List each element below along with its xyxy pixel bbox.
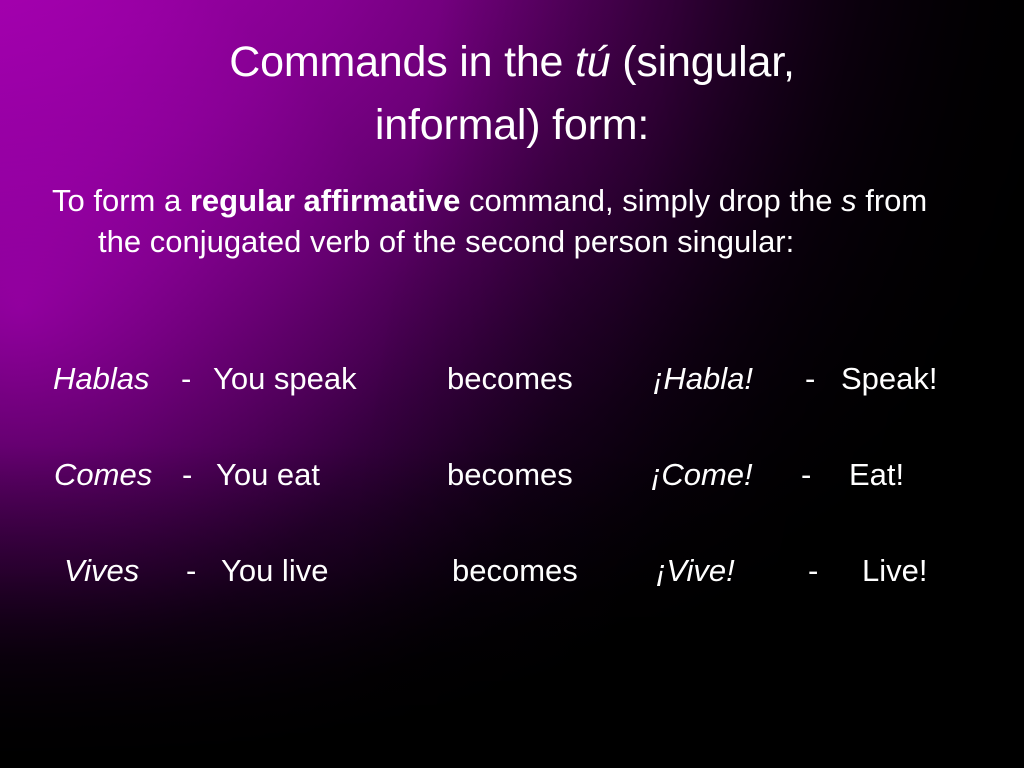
example-becomes-label: becomes — [452, 553, 578, 588]
example-command-meaning: Eat! — [849, 457, 905, 492]
example-command-meaning: Live! — [862, 553, 928, 588]
body-bold-regular-affirmative: regular affirmative — [189, 183, 461, 218]
title-text-before-italic: Commands in the — [229, 38, 576, 86]
title-line-two: informal) form: — [374, 101, 650, 149]
example-row-hablar: Hablas - You speak becomes ¡Habla! - Spe… — [0, 356, 1024, 402]
slide-content: Commands in the tú (singular, informal) f… — [0, 0, 1024, 768]
example-spanish-verb: Comes — [54, 457, 153, 492]
example-dash-right: - — [805, 361, 816, 396]
title-italic-tu: tú — [575, 38, 611, 86]
example-command-form: ¡Habla! — [653, 361, 753, 396]
example-dash-left: - — [182, 457, 193, 492]
body-text-middle: command, simply drop the — [460, 183, 842, 218]
example-becomes-label: becomes — [447, 457, 573, 492]
body-paragraph: To form a regular affirmative command, s… — [52, 180, 978, 262]
example-spanish-verb: Vives — [64, 553, 140, 588]
slide-title: Commands in the tú (singular, informal) f… — [80, 31, 944, 157]
example-command-meaning: Speak! — [841, 361, 938, 396]
example-spanish-verb: Hablas — [53, 361, 150, 396]
example-english-meaning: You eat — [216, 457, 321, 492]
example-row-vivir: Vives - You live becomes ¡Vive! - Live! — [0, 548, 1024, 594]
body-text-intro: To form a — [52, 183, 190, 218]
presentation-slide: Commands in the tú (singular, informal) f… — [0, 0, 1024, 768]
example-dash-left: - — [186, 553, 197, 588]
example-dash-right: - — [808, 553, 819, 588]
example-command-form: ¡Vive! — [656, 553, 735, 588]
example-row-comer: Comes - You eat becomes ¡Come! - Eat! — [0, 452, 1024, 498]
example-dash-left: - — [181, 361, 192, 396]
body-italic-s: s — [841, 183, 857, 218]
example-english-meaning: You speak — [213, 361, 357, 396]
example-becomes-label: becomes — [447, 361, 573, 396]
title-text-after-italic: (singular, — [610, 38, 795, 86]
example-english-meaning: You live — [221, 553, 329, 588]
example-dash-right: - — [801, 457, 812, 492]
example-command-form: ¡Come! — [651, 457, 753, 492]
